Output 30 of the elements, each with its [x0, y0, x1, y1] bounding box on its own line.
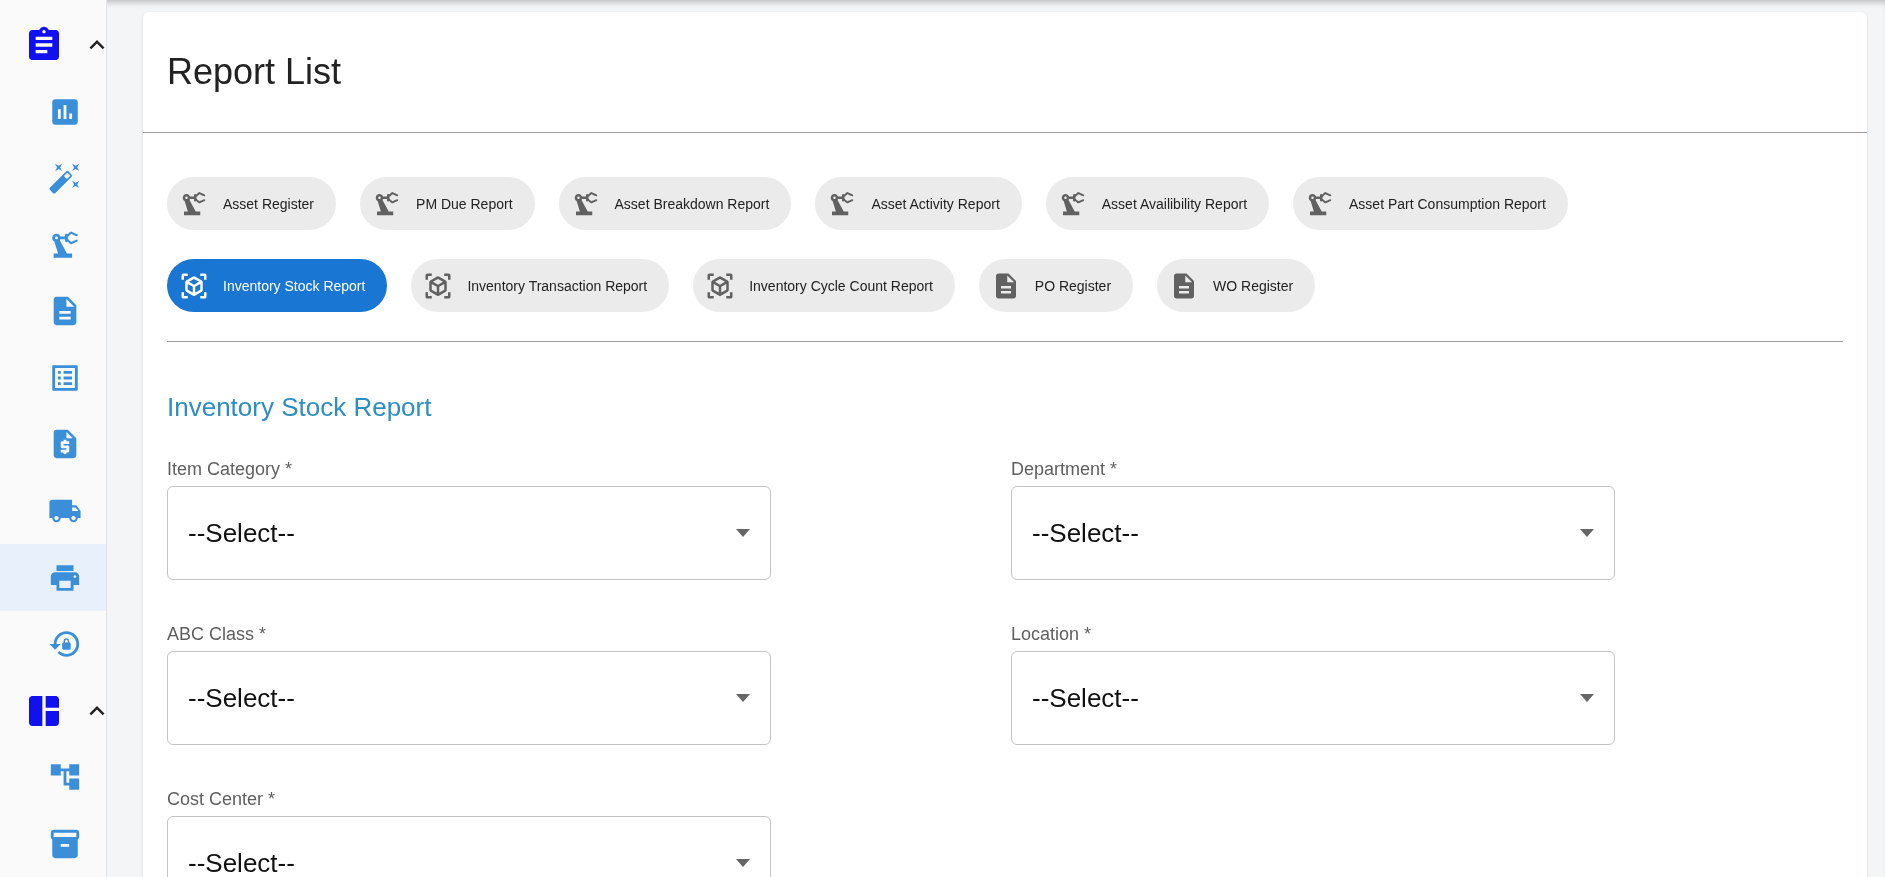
report-chip[interactable]: Inventory Cycle Count Report	[693, 259, 955, 312]
dropdown-caret-icon	[736, 859, 750, 867]
dropdown-caret-icon	[736, 529, 750, 537]
dropdown-caret-icon	[736, 694, 750, 702]
magic-wand-icon	[48, 161, 82, 196]
page-title: Report List	[167, 51, 342, 93]
sidebar-item[interactable]	[0, 544, 106, 611]
select-field[interactable]: --Select--	[167, 486, 771, 580]
field-label: Cost Center *	[167, 789, 277, 810]
field-label: Location *	[1011, 624, 1093, 645]
select-field[interactable]: --Select--	[1011, 486, 1615, 580]
dropdown-caret-icon	[1580, 694, 1594, 702]
field-label: Item Category *	[167, 459, 294, 480]
dropdown-caret-icon	[1580, 529, 1594, 537]
report-chip[interactable]: Asset Activity Report	[815, 177, 1022, 230]
field-label: Department *	[1011, 459, 1119, 480]
field-label: ABC Class *	[167, 624, 268, 645]
report-chip[interactable]: Inventory Stock Report	[167, 259, 388, 312]
report-chip[interactable]: WO Register	[1157, 259, 1316, 312]
report-chip[interactable]: PM Due Report	[360, 177, 535, 230]
report-chip[interactable]: Asset Availibility Report	[1045, 177, 1270, 230]
form-title: Inventory Stock Report	[167, 392, 433, 423]
select-field[interactable]: --Select--	[167, 651, 771, 745]
report-chip[interactable]: Asset Part Consumption Report	[1293, 177, 1568, 230]
select-field[interactable]: --Select--	[167, 816, 771, 877]
report-chip[interactable]: Asset Register	[167, 177, 337, 230]
report-chip[interactable]: PO Register	[978, 259, 1134, 312]
report-chip[interactable]: Inventory Transaction Report	[411, 259, 670, 312]
report-chip[interactable]: Asset Breakdown Report	[558, 177, 792, 230]
select-field[interactable]: --Select--	[1011, 651, 1615, 745]
